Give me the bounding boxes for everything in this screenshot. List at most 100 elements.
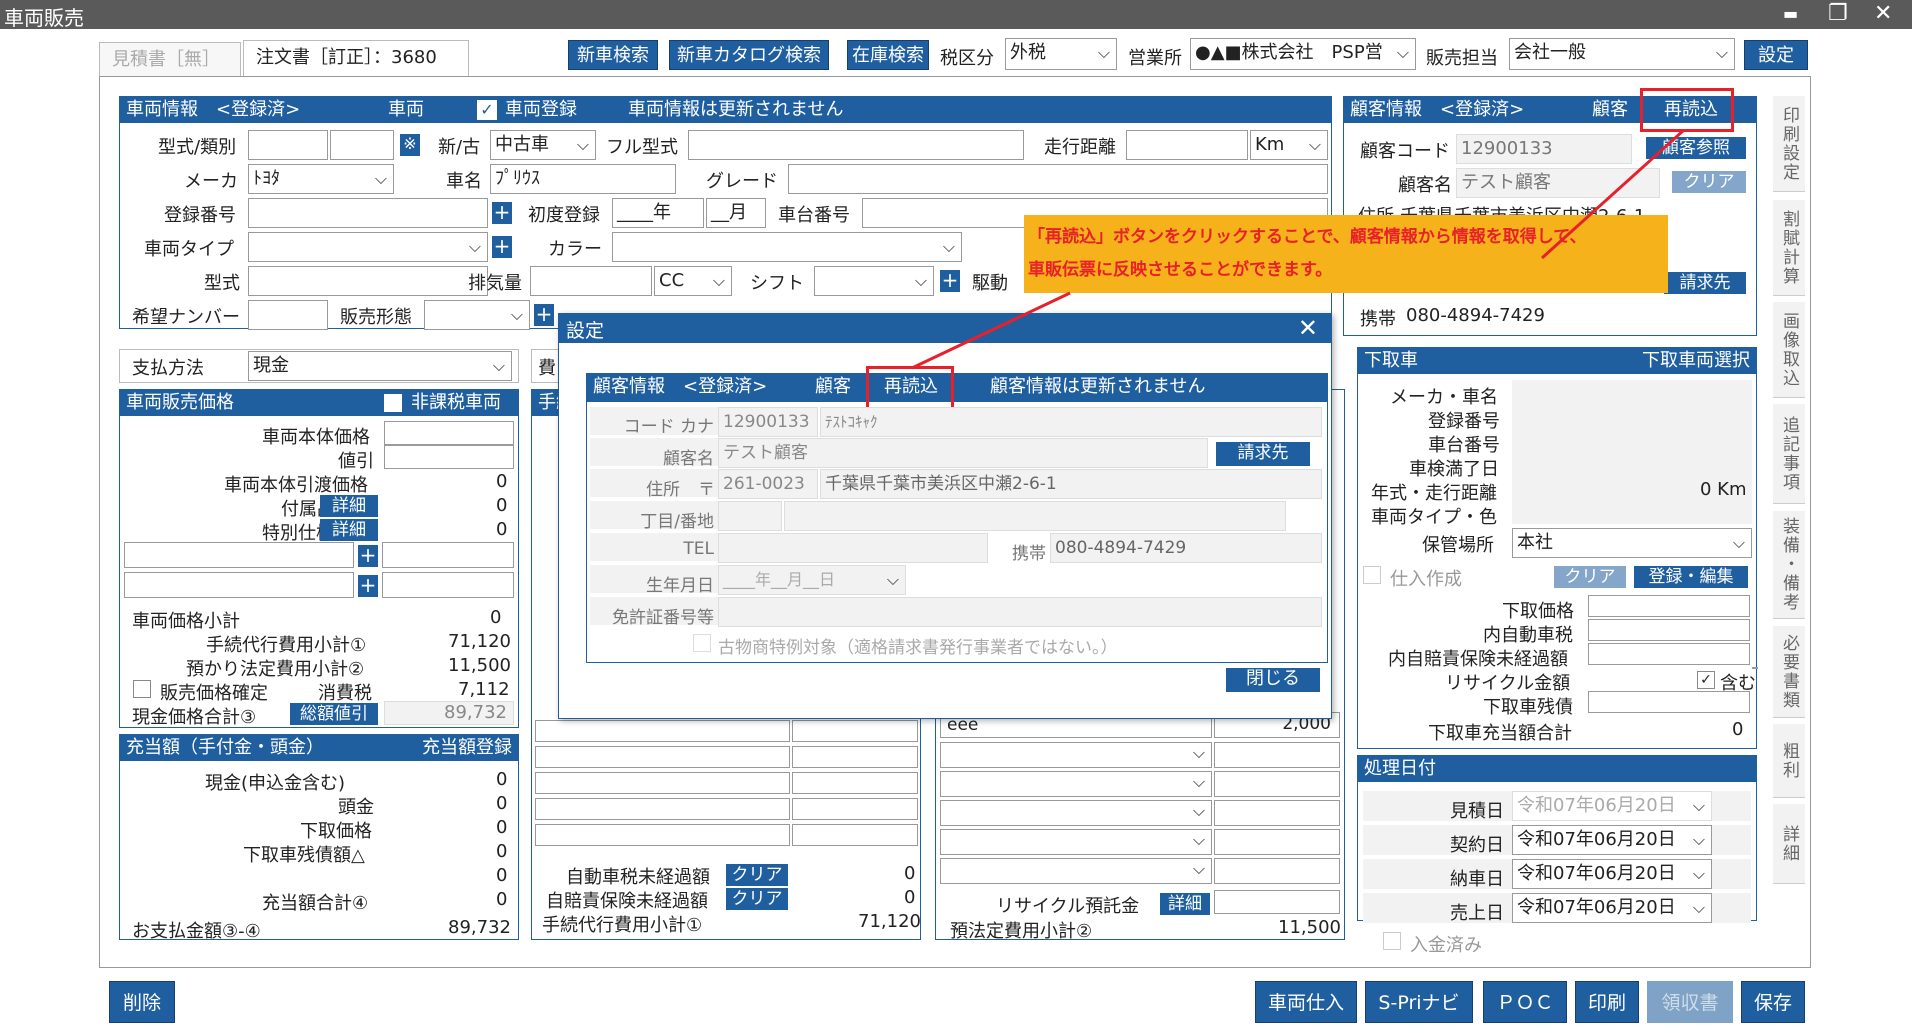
tradein-price-input[interactable] [1588, 595, 1750, 617]
date-select[interactable]: 令和07年06月20日 [1512, 825, 1712, 855]
side-tab-7[interactable]: 詳細 [1773, 804, 1805, 884]
dialog-close-button[interactable]: 閉じる [1226, 668, 1320, 692]
fee-row-2[interactable] [535, 746, 790, 768]
kome-button[interactable]: ※ [400, 134, 420, 156]
legal-value-6[interactable] [1214, 858, 1340, 884]
register-checkbox[interactable]: ✓ [477, 100, 497, 120]
sales-select[interactable]: 会社一般 [1509, 38, 1735, 70]
date-select[interactable]: 令和07年06月20日 [1512, 791, 1712, 821]
price-item-detail-button[interactable]: 詳細 [320, 519, 378, 541]
side-tab-0[interactable]: 印刷設定 [1773, 96, 1805, 192]
catalog-search-button[interactable]: 新車カタログ検索 [669, 40, 829, 70]
delete-button[interactable]: 削除 [109, 981, 175, 1023]
save-button[interactable]: 保存 [1741, 981, 1805, 1023]
receipt-button[interactable]: 領収書 [1647, 981, 1733, 1023]
tradein-clear-button[interactable]: クリア [1554, 566, 1626, 588]
first-reg-month[interactable]: __月 [706, 198, 766, 228]
shift-plus-icon[interactable]: + [940, 270, 960, 292]
legal-select-6[interactable] [940, 858, 1212, 884]
tax-select[interactable]: 外税 [1005, 38, 1117, 70]
cc-select[interactable]: CC [654, 266, 732, 296]
spri-navi-button[interactable]: S-Priナビ [1365, 981, 1473, 1023]
extra-select-2[interactable] [124, 572, 354, 598]
register-edit-button[interactable]: 登録・編集 [1634, 566, 1748, 588]
tradein-price-input[interactable] [1588, 691, 1750, 713]
fee-row-3[interactable] [535, 772, 790, 794]
grade-input[interactable] [788, 164, 1328, 194]
reg-no-input[interactable] [248, 198, 488, 228]
dialog-close-icon[interactable]: ✕ [1298, 314, 1318, 342]
legal-select-4[interactable] [940, 800, 1212, 826]
poc-button[interactable]: ＰＯＣ [1483, 981, 1567, 1023]
extra-plus-2-icon[interactable]: + [358, 575, 378, 597]
maker-select[interactable]: ﾄﾖﾀ [248, 164, 394, 194]
date-select[interactable]: 令和07年06月20日 [1512, 893, 1712, 923]
paid-checkbox[interactable] [1383, 932, 1401, 950]
fee-value-3[interactable] [792, 772, 918, 794]
mileage-unit-select[interactable]: Km [1250, 130, 1328, 160]
settings-button[interactable]: 設定 [1744, 40, 1808, 70]
payment-select[interactable]: 現金 [248, 351, 512, 381]
model-input[interactable] [248, 130, 328, 160]
insurance-clear-button[interactable]: クリア [726, 888, 788, 910]
price-item-input[interactable] [384, 445, 514, 469]
tax-free-checkbox[interactable] [384, 394, 402, 412]
fee-row-1[interactable] [535, 720, 790, 742]
confirm-checkbox[interactable] [133, 680, 151, 698]
fee-row-5[interactable] [535, 824, 790, 846]
tradein-select-button[interactable]: 下取車両選択 [1642, 348, 1750, 374]
side-tab-6[interactable]: 粗利 [1773, 724, 1805, 798]
tab-estimate[interactable]: 見積書［無］ [99, 42, 241, 76]
class-input[interactable] [330, 130, 394, 160]
car-type-plus-icon[interactable]: + [492, 236, 512, 258]
reg-no-plus-icon[interactable]: + [492, 202, 512, 224]
extra-input-1[interactable] [382, 542, 514, 568]
tab-order[interactable]: 注文書［訂正］：3680 [243, 40, 469, 76]
total-discount-button[interactable]: 総額値引 [290, 703, 378, 725]
extra-plus-1-icon[interactable]: + [358, 545, 378, 567]
color-select[interactable] [612, 232, 962, 262]
legal-value-5[interactable] [1214, 829, 1340, 855]
allocation-register-button[interactable]: 充当額登録 [422, 735, 512, 761]
side-tab-5[interactable]: 必要書類 [1773, 626, 1805, 718]
print-button[interactable]: 印刷 [1575, 981, 1639, 1023]
full-model-input[interactable] [688, 130, 1024, 160]
legal-value-3[interactable] [1214, 771, 1340, 797]
fee-value-4[interactable] [792, 798, 918, 820]
fee-row-4[interactable] [535, 798, 790, 820]
recycle-value[interactable] [1214, 890, 1340, 914]
sales-form-select[interactable] [424, 300, 530, 330]
purchase-checkbox[interactable] [1363, 566, 1381, 584]
side-tab-2[interactable]: 画像取込 [1773, 302, 1805, 398]
new-old-select[interactable]: 中古車 [490, 130, 596, 160]
new-car-search-button[interactable]: 新車検索 [568, 40, 658, 70]
customer-billing-button[interactable]: 請求先 [1664, 272, 1746, 294]
minimize-icon[interactable]: ▬ [1783, 4, 1798, 23]
side-tab-3[interactable]: 追記事項 [1773, 404, 1805, 504]
sales-form-plus-icon[interactable]: + [534, 304, 554, 326]
dialog-billing-button[interactable]: 請求先 [1216, 442, 1310, 466]
fee-value-5[interactable] [792, 824, 918, 846]
car-type-select[interactable] [248, 232, 488, 262]
first-reg-year[interactable]: ____年 [612, 198, 704, 228]
shift-select[interactable] [814, 266, 934, 296]
legal-select-2[interactable] [940, 742, 1212, 768]
restore-icon[interactable]: ❐ [1828, 1, 1848, 26]
mileage-input[interactable] [1126, 130, 1248, 160]
fee-value-2[interactable] [792, 746, 918, 768]
tradein-price-input[interactable] [1588, 643, 1750, 665]
auto-tax-clear-button[interactable]: クリア [726, 864, 788, 886]
stock-search-button[interactable]: 在庫検索 [847, 40, 929, 70]
date-select[interactable]: 令和07年06月20日 [1512, 859, 1712, 889]
storage-select[interactable]: 本社 [1512, 528, 1752, 558]
side-tab-1[interactable]: 割賦計算 [1773, 200, 1805, 296]
legal-value-4[interactable] [1214, 800, 1340, 826]
office-select[interactable]: ●▲■株式会社 PSP営 [1190, 38, 1416, 70]
model2-input[interactable] [248, 266, 488, 296]
price-item-input[interactable] [384, 421, 514, 445]
close-icon[interactable]: ✕ [1874, 1, 1892, 26]
customer-clear-button[interactable]: クリア [1672, 171, 1746, 193]
vehicle-purchase-button[interactable]: 車両仕入 [1255, 981, 1357, 1023]
legal-select-5[interactable] [940, 829, 1212, 855]
legal-value-2[interactable] [1214, 742, 1340, 768]
